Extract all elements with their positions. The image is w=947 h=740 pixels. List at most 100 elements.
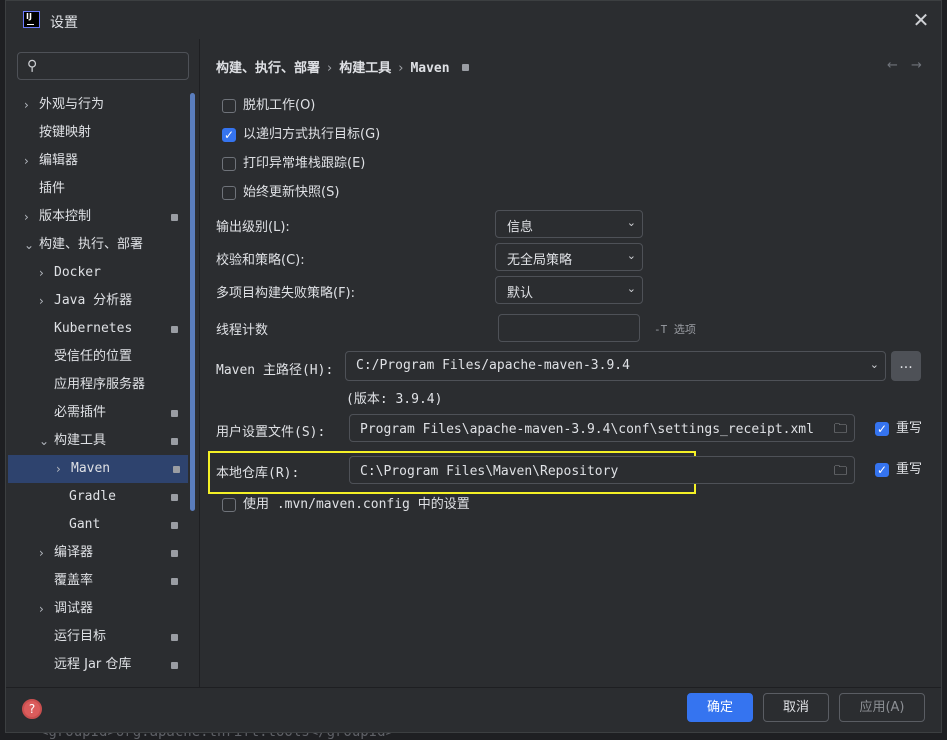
sidebar-item-label: Kubernetes [54,321,133,336]
sidebar-item[interactable]: Gradle [6,483,186,511]
settings-search[interactable]: ⚲ [17,52,189,80]
sidebar-item[interactable]: 运行目标 [6,623,186,651]
sidebar-item-label: 必需插件 [54,405,107,420]
failure-policy-label: 多项目构建失败策略(F): [216,286,356,301]
chevron-right-icon[interactable]: › [56,455,68,483]
sidebar-item-label: 覆盖率 [54,573,94,588]
project-scope-icon [173,466,180,473]
sidebar-item[interactable]: ⌄ 构建、执行、部署 [6,231,186,259]
project-scope-icon [171,522,178,529]
maven-version-label: (版本: 3.9.4) [346,392,443,407]
close-icon[interactable]: ✕ [911,10,931,30]
project-scope-icon [171,410,178,417]
sidebar-item-label: Docker [54,265,101,280]
sidebar-item[interactable]: 远程 Jar 仓库 [6,651,186,679]
local-repo-field[interactable]: 🗀 [349,456,855,484]
sidebar-item[interactable]: 应用程序服务器 [6,371,186,399]
sidebar-item[interactable]: › 编辑器 [6,147,186,175]
chevron-down-icon[interactable]: ⌄ [39,427,51,455]
user-settings-override-checkbox[interactable] [875,420,889,438]
sidebar-item[interactable]: › Docker [6,259,186,287]
project-scope-icon [171,662,178,669]
sidebar-item-label: 外观与行为 [39,97,105,112]
chevron-right-icon[interactable]: › [24,147,36,175]
chevron-right-icon[interactable]: › [39,259,51,287]
chevron-down-icon: ⌄ [626,249,636,262]
help-icon[interactable]: ? [22,699,42,719]
local-repo-label: 本地仓库(R): [216,466,300,481]
sidebar-item[interactable]: 覆盖率 [6,567,186,595]
sidebar-item[interactable]: › 版本控制 [6,203,186,231]
title-bar: 设置 ✕ [6,1,941,39]
project-scope-icon [171,326,178,333]
chevron-right-icon[interactable]: › [39,595,51,623]
sidebar-item[interactable]: Kubernetes [6,315,186,343]
breadcrumb-item: Maven [410,61,450,76]
output-level-select[interactable]: 信息 ⌄ [495,210,643,238]
sidebar-item[interactable]: › 调试器 [6,595,186,623]
sidebar-item[interactable]: Gant [6,511,186,539]
project-scope-icon [171,578,178,585]
thread-count-field[interactable] [498,314,640,342]
recursive-label: 以递归方式执行目标(G) [243,127,381,142]
chevron-right-icon[interactable]: › [39,287,51,315]
sidebar-item-label: 版本控制 [39,209,92,224]
back-arrow-icon[interactable]: ← [887,58,898,73]
sidebar-item-label: 受信任的位置 [54,349,133,364]
offline-label: 脱机工作(O) [243,98,316,113]
apply-button[interactable]: 应用(A) [839,693,925,722]
local-repo-input[interactable] [358,461,826,481]
sidebar-item[interactable]: › 外观与行为 [6,91,186,119]
sidebar-item-label: 远程 Jar 仓库 [54,657,132,672]
stacktrace-label: 打印异常堆栈跟踪(E) [243,156,366,171]
sidebar-scrollbar[interactable] [190,93,195,511]
sidebar-item-label: 应用程序服务器 [54,377,146,392]
local-repo-override-checkbox[interactable] [875,461,889,479]
user-settings-field[interactable]: 🗀 [349,414,855,442]
chevron-right-icon[interactable]: › [24,91,36,119]
breadcrumb-item[interactable]: 构建工具 [339,61,391,76]
failure-policy-select[interactable]: 默认 ⌄ [495,276,643,304]
chevron-right-icon[interactable]: › [39,539,51,567]
user-settings-input[interactable] [358,419,826,439]
sidebar-item[interactable]: ⌄ 构建工具 [6,427,186,455]
stacktrace-checkbox[interactable] [222,157,236,171]
maven-home-value: C:/Program Files/apache-maven-3.9.4 [356,358,630,373]
thread-count-input[interactable] [507,319,611,339]
checksum-policy-select[interactable]: 无全局策略 ⌄ [495,243,643,271]
recursive-checkbox[interactable] [222,126,236,144]
chevron-right-icon[interactable]: › [24,203,36,231]
output-level-value: 信息 [507,220,534,235]
project-scope-icon [171,214,178,221]
chevron-down-icon: ⌄ [626,282,636,295]
sidebar-item[interactable]: 受信任的位置 [6,343,186,371]
sidebar-item[interactable]: › Maven [8,455,188,483]
cancel-button[interactable]: 取消 [763,693,829,722]
sidebar-item[interactable]: 插件 [6,175,186,203]
sidebar-item-label: 构建工具 [54,433,107,448]
chevron-down-icon[interactable]: ⌄ [24,231,36,259]
folder-icon[interactable]: 🗀 [834,462,847,484]
maven-home-select[interactable]: C:/Program Files/apache-maven-3.9.4 ⌄ [345,351,886,381]
footer-divider [6,687,941,688]
mvn-config-checkbox[interactable] [222,498,236,512]
folder-icon[interactable]: 🗀 [834,420,847,442]
sidebar-item-label: 编辑器 [39,153,79,168]
offline-checkbox[interactable] [222,99,236,113]
snapshots-checkbox[interactable] [222,186,236,200]
sidebar-item[interactable]: 按键映射 [6,119,186,147]
breadcrumb-item[interactable]: 构建、执行、部署 [216,61,320,76]
sidebar-item-label: Gant [69,517,101,532]
search-input[interactable] [46,56,188,78]
local-repo-override-label: 重写 [896,462,923,477]
ok-button[interactable]: 确定 [687,693,753,722]
settings-dialog: 设置 ✕ ⚲ ›外观与行为按键映射›编辑器插件›版本控制⌄构建、执行、部署›Do… [5,0,942,733]
browse-maven-home-button[interactable]: ... [891,351,921,381]
sidebar-item[interactable]: › Java 分析器 [6,287,186,315]
forward-arrow-icon[interactable]: → [911,58,922,73]
chevron-down-icon: ⌄ [869,358,879,371]
sidebar-item[interactable]: 必需插件 [6,399,186,427]
sidebar-item[interactable]: › 编译器 [6,539,186,567]
failure-policy-value: 默认 [507,286,534,301]
user-settings-override-label: 重写 [896,421,923,436]
